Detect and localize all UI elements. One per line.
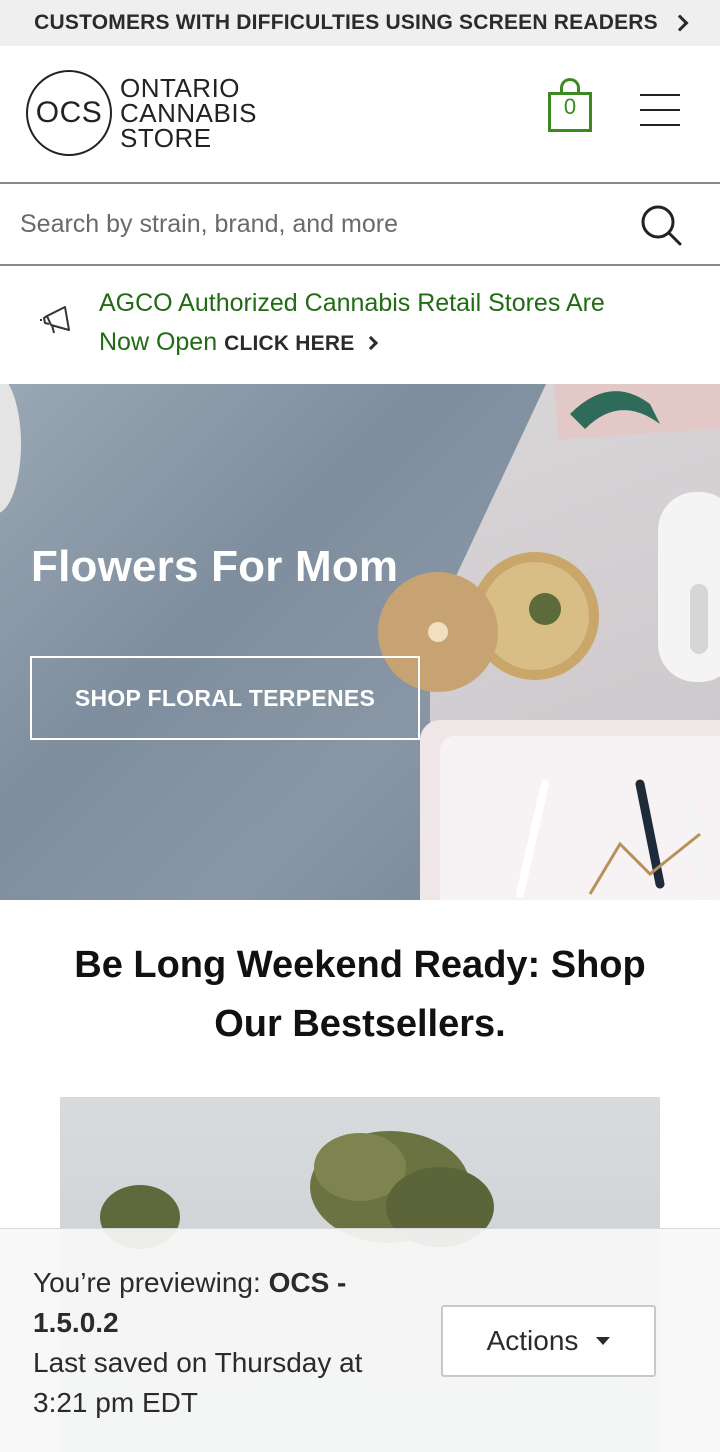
- logo-line: ONTARIO: [120, 72, 241, 103]
- logo-mark: OCS: [26, 70, 112, 156]
- search-icon[interactable]: [640, 204, 682, 246]
- ocs-logo[interactable]: OCS ONTARIO CANNABIS STORE: [26, 70, 257, 156]
- hamburger-menu-button[interactable]: [640, 94, 680, 126]
- chevron-right-icon: [364, 335, 379, 351]
- screen-reader-help-label: CUSTOMERS WITH DIFFICULTIES USING SCREEN…: [34, 11, 658, 34]
- preview-bar: You’re previewing: OCS - 1.5.0.2 Last sa…: [0, 1228, 720, 1452]
- logo-line: CANNABIS: [120, 97, 257, 128]
- preview-text: You’re previewing: OCS - 1.5.0.2 Last sa…: [33, 1263, 423, 1423]
- megaphone-icon: [40, 306, 70, 334]
- hero-image: [0, 384, 720, 900]
- preview-prefix: You’re previewing:: [33, 1267, 269, 1298]
- actions-label: Actions: [486, 1325, 579, 1356]
- logo-wordmark: ONTARIO CANNABIS STORE: [120, 72, 257, 153]
- preview-saved-time: Last saved on Thursday at 3:21 pm EDT: [33, 1347, 363, 1418]
- section-title: Be Long Weekend Ready: Shop Our Bestsell…: [74, 944, 646, 1045]
- search-input[interactable]: [0, 184, 620, 264]
- screen-reader-help-link[interactable]: CUSTOMERS WITH DIFFICULTIES USING SCREEN…: [0, 0, 720, 46]
- announcement-text-block: AGCO Authorized Cannabis Retail Stores A…: [99, 284, 659, 363]
- shop-floral-terpenes-button[interactable]: SHOP FLORAL TERPENES: [30, 656, 420, 740]
- chevron-right-icon: [671, 14, 689, 32]
- pipe-hole: [690, 584, 708, 654]
- menu-line: [640, 124, 680, 126]
- caret-down-icon: [596, 1337, 611, 1345]
- search-bar: [0, 184, 720, 266]
- logo-line: STORE: [120, 122, 212, 153]
- bud: [529, 593, 561, 625]
- announcement-banner[interactable]: AGCO Authorized Cannabis Retail Stores A…: [0, 266, 720, 384]
- announcement-cta[interactable]: CLICK HERE: [224, 332, 379, 355]
- ceramic-pipe: [658, 492, 720, 682]
- announcement-cta-label: CLICK HERE: [224, 332, 355, 355]
- menu-line: [640, 94, 680, 96]
- grinder-center: [428, 622, 448, 642]
- hero-banner: Flowers For Mom SHOP FLORAL TERPENES: [0, 384, 720, 900]
- hero-title: Flowers For Mom: [31, 542, 399, 591]
- tray-inner: [440, 736, 720, 900]
- cart-count: 0: [563, 94, 577, 119]
- cart-button[interactable]: 0: [548, 76, 592, 132]
- site-header: OCS ONTARIO CANNABIS STORE 0: [0, 46, 720, 184]
- page: CUSTOMERS WITH DIFFICULTIES USING SCREEN…: [0, 0, 720, 1452]
- jar-lid: [0, 384, 21, 513]
- actions-dropdown-button[interactable]: Actions: [441, 1305, 656, 1377]
- menu-line: [640, 109, 680, 111]
